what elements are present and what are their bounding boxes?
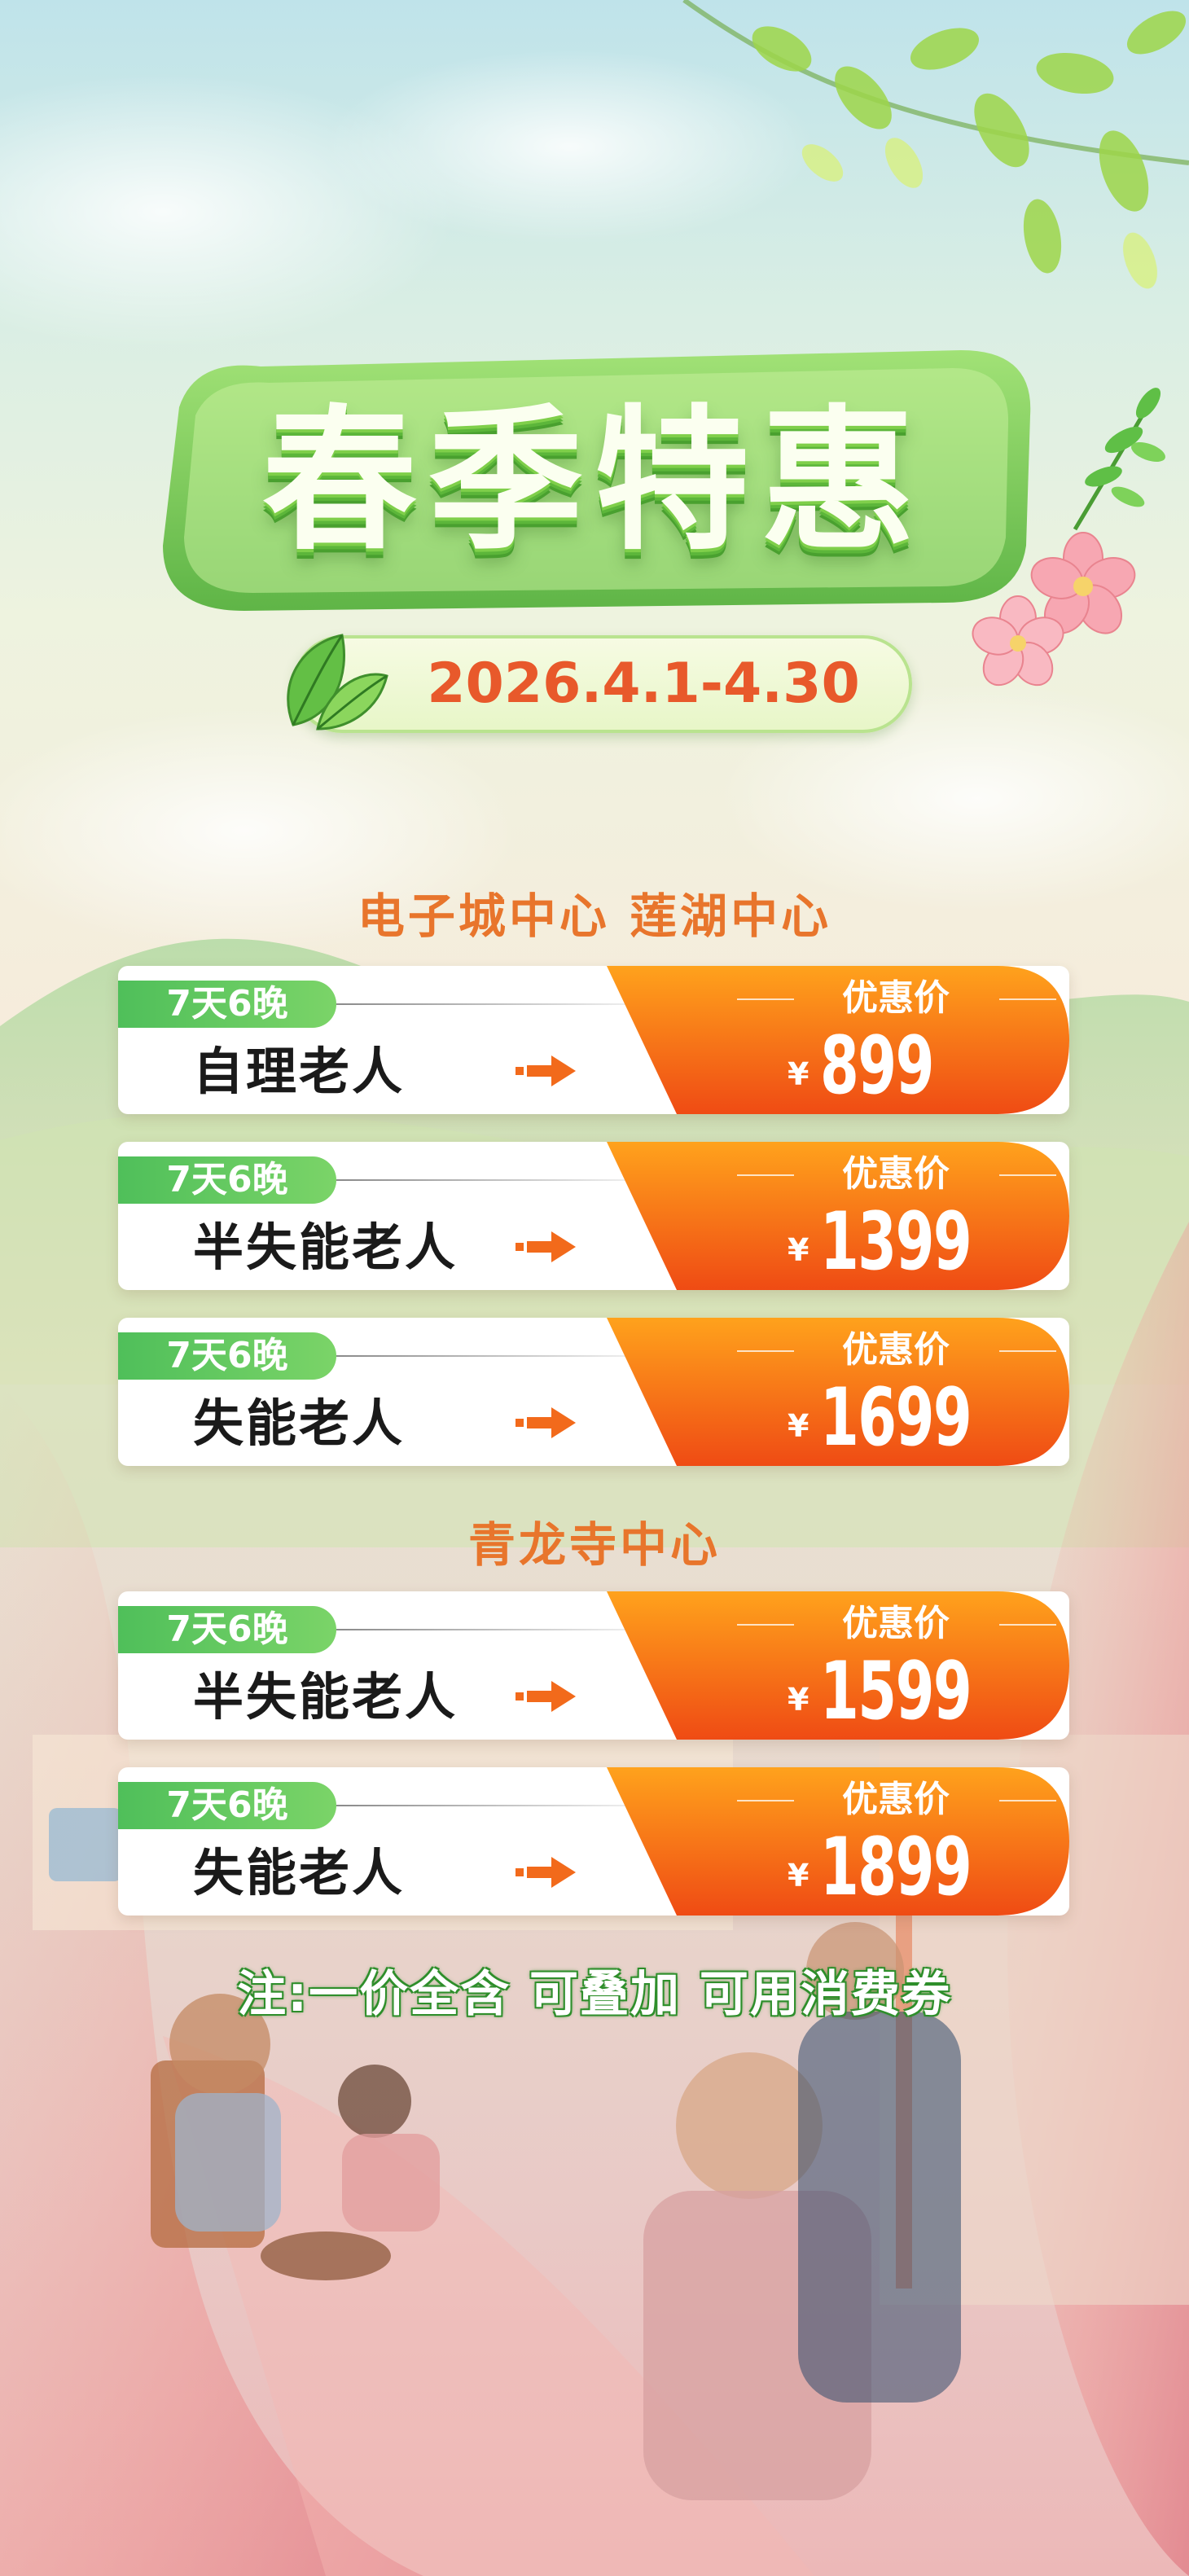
section-title-2: 青龙寺中心 bbox=[467, 1517, 721, 1573]
price-card: 7天6晚 自理老人 优惠价 ¥ 899 bbox=[118, 966, 1069, 1114]
promo-note: 注:一价全含 可叠加 可用消费券 bbox=[237, 1966, 952, 2023]
duration-tag: 7天6晚 bbox=[118, 1332, 336, 1380]
duration-tag: 7天6晚 bbox=[118, 1782, 336, 1829]
flower-icon bbox=[972, 532, 1136, 687]
arrow-right-icon bbox=[516, 1681, 576, 1712]
price-card: 7天6晚 失能老人 优惠价 ¥ 1699 bbox=[118, 1318, 1069, 1466]
divider bbox=[737, 1350, 794, 1352]
care-type-label: 半失能老人 bbox=[193, 1667, 458, 1727]
promo-title: 春季特惠 bbox=[261, 389, 927, 571]
date-range-text: 2026.4.1-4.30 bbox=[427, 652, 860, 716]
arrow-right-icon bbox=[516, 1407, 576, 1438]
price-card: 7天6晚 半失能老人 优惠价 ¥ 1599 bbox=[118, 1591, 1069, 1740]
price-value: 1399 bbox=[820, 1196, 972, 1288]
care-type-label: 失能老人 bbox=[193, 1843, 406, 1902]
price-value: 899 bbox=[820, 1020, 934, 1112]
divider bbox=[999, 998, 1056, 1000]
leaf-icon bbox=[287, 634, 388, 731]
discount-price-label: 优惠价 bbox=[842, 977, 950, 1019]
section-title-1: 电子城中心 莲湖中心 bbox=[357, 889, 832, 944]
price-value: 1599 bbox=[820, 1645, 972, 1738]
care-type-label: 半失能老人 bbox=[193, 1218, 458, 1277]
discount-price-label: 优惠价 bbox=[842, 1329, 950, 1371]
divider bbox=[999, 1350, 1056, 1352]
divider bbox=[737, 1174, 794, 1176]
sprig-icon bbox=[1073, 388, 1165, 531]
currency-symbol: ¥ bbox=[788, 1858, 809, 1894]
arrow-right-icon bbox=[516, 1055, 576, 1086]
arrow-right-icon bbox=[516, 1231, 576, 1262]
promo-poster: 春季特惠 2026.4.1-4.30 电子城中心 莲湖中心 7天6晚 自理老人 … bbox=[0, 0, 1189, 2576]
discount-price-label: 优惠价 bbox=[842, 1603, 950, 1644]
divider bbox=[999, 1800, 1056, 1801]
price-value: 1899 bbox=[820, 1821, 972, 1914]
currency-symbol: ¥ bbox=[788, 1682, 809, 1718]
duration-tag: 7天6晚 bbox=[118, 981, 336, 1028]
duration-tag: 7天6晚 bbox=[118, 1156, 336, 1204]
divider bbox=[999, 1624, 1056, 1626]
divider bbox=[999, 1174, 1056, 1176]
duration-tag: 7天6晚 bbox=[118, 1606, 336, 1653]
care-type-label: 自理老人 bbox=[193, 1042, 406, 1101]
arrow-right-icon bbox=[516, 1857, 576, 1888]
care-type-label: 失能老人 bbox=[193, 1393, 406, 1453]
divider bbox=[737, 1800, 794, 1801]
price-card: 7天6晚 失能老人 优惠价 ¥ 1899 bbox=[118, 1767, 1069, 1916]
discount-price-label: 优惠价 bbox=[842, 1779, 950, 1820]
currency-symbol: ¥ bbox=[788, 1408, 809, 1444]
divider bbox=[737, 998, 794, 1000]
price-card: 7天6晚 半失能老人 优惠价 ¥ 1399 bbox=[118, 1142, 1069, 1290]
discount-price-label: 优惠价 bbox=[842, 1153, 950, 1195]
currency-symbol: ¥ bbox=[788, 1232, 809, 1268]
divider bbox=[737, 1624, 794, 1626]
price-value: 1699 bbox=[820, 1371, 972, 1464]
title-block: 春季特惠 bbox=[147, 342, 1042, 635]
currency-symbol: ¥ bbox=[788, 1056, 809, 1092]
